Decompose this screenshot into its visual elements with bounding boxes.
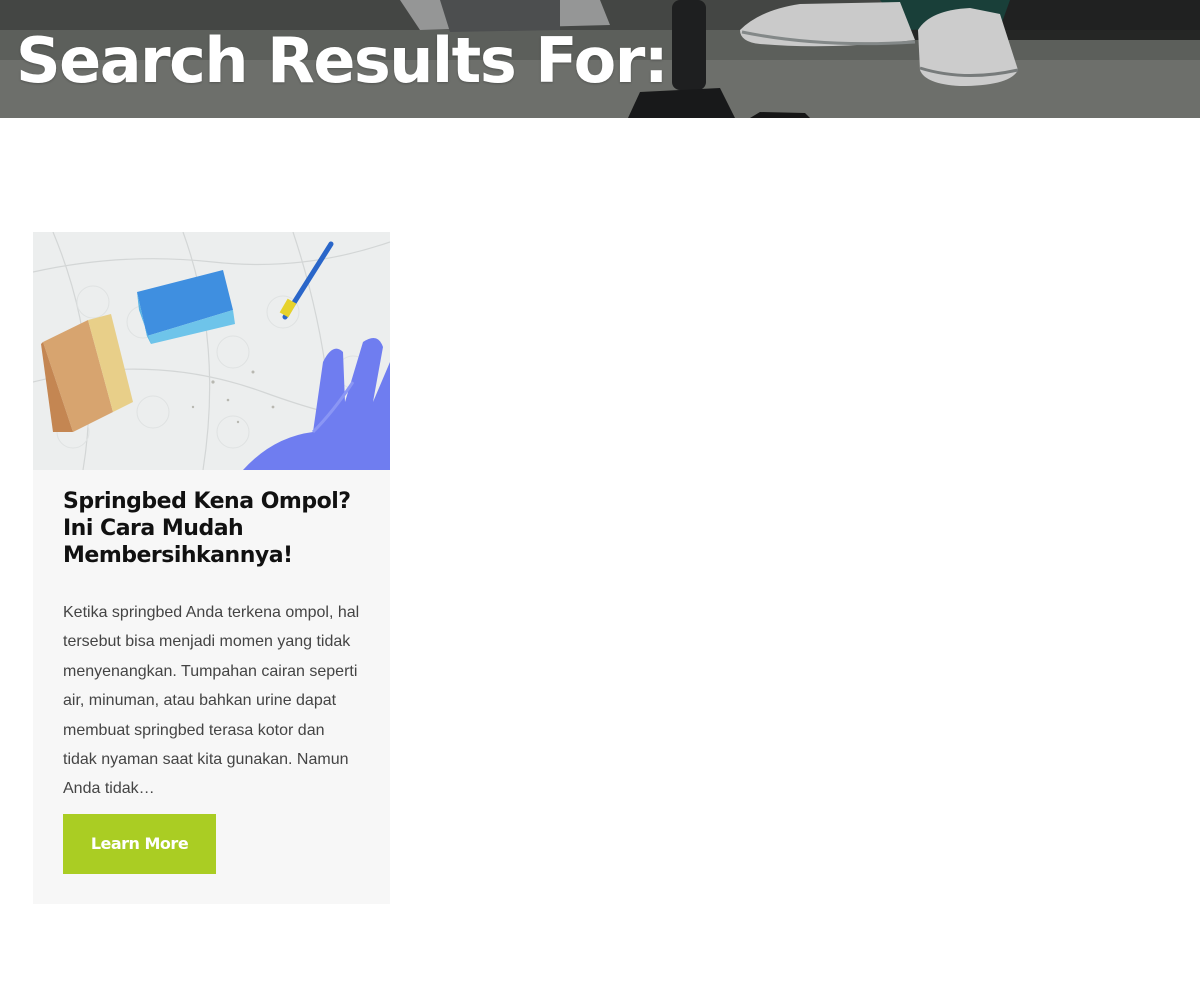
post-title-link[interactable]: Springbed Kena Ompol? Ini Cara Mudah Mem… [63,488,360,569]
post-excerpt: Ketika springbed Anda terkena ompol, hal… [63,604,360,798]
post-thumbnail-image[interactable] [33,232,390,470]
card-content: Springbed Kena Ompol? Ini Cara Mudah Mem… [33,470,390,874]
search-result-card: Springbed Kena Ompol? Ini Cara Mudah Mem… [33,232,390,904]
learn-more-button[interactable]: Learn More [63,813,216,874]
page-title: Search Results For: [16,24,669,97]
page-hero-banner: Search Results For: [0,0,1200,118]
